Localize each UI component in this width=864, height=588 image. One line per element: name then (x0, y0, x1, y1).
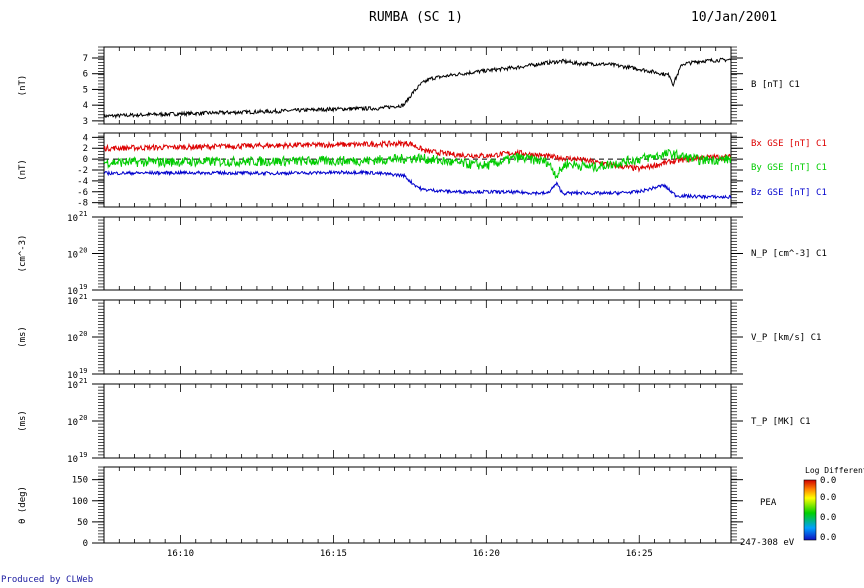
series-line-3 (103, 169, 732, 201)
colorbar-label: 0.0 (820, 533, 836, 543)
y-tick-label: 10 (67, 214, 78, 224)
y-tick-label: 10 (67, 455, 78, 465)
series-label: V_P [km/s] C1 (751, 333, 821, 343)
panel-frame (103, 299, 732, 375)
series-label: Bx GSE [nT] C1 (751, 139, 827, 149)
colorbar-label: 0.0 (820, 493, 836, 503)
colorbar-label: 0.0 (820, 513, 836, 523)
chart-stage: RUMBA (SC 1) 10/Jan/2001 Produced by CLW… (0, 0, 864, 585)
plot-date: 10/Jan/2001 (691, 10, 777, 25)
colorbar-label: 0.0 (820, 476, 836, 486)
series-label: B [nT] C1 (751, 80, 800, 90)
colorbar-bar (803, 479, 817, 541)
y-tick-label: -6 (77, 188, 88, 198)
y-tick-exponent: 19 (79, 367, 87, 375)
y-tick-label: 10 (67, 297, 78, 307)
y-axis-label: (nT) (18, 75, 28, 97)
colorbar-title: Log Differential (805, 466, 864, 475)
y-tick-label: 5 (83, 85, 88, 95)
y-tick-label: 6 (83, 70, 88, 80)
panel-2: (nT) 420-2-4-6-8 Bx GSE [nT] C1 By GSE [nT]… (18, 132, 827, 209)
y-tick-exponent: 19 (79, 283, 87, 291)
y-tick-exponent: 19 (79, 451, 87, 459)
series-line-2 (103, 148, 732, 179)
panels-group: (nT)34567B [nT] C1(nT)420-2-4-6-8Bx GSE … (18, 46, 827, 559)
y-tick-exponent: 21 (79, 377, 87, 385)
y-tick-exponent: 21 (79, 210, 87, 218)
colorbar-group: 247-308 eVLog Differential0.00.00.00.0 (740, 466, 864, 548)
panel-3: (cm^-3)10 2110 2010 19N_P [cm^-3] C1 (18, 210, 827, 297)
x-tick-label: 16:15 (320, 549, 347, 559)
y-tick-label: 10 (67, 371, 78, 381)
y-axis-label: (ms) (18, 326, 28, 348)
y-tick-label: -2 (77, 166, 88, 176)
y-tick-label: 0 (83, 155, 88, 165)
series-label: Bz GSE [nT] C1 (751, 188, 827, 198)
y-tick-exponent: 20 (79, 247, 87, 255)
panel-frame (103, 216, 732, 291)
series-label: N_P [cm^-3] C1 (751, 249, 827, 259)
series-label: T_P [MK] C1 (751, 417, 811, 427)
series-label: PEA (760, 498, 777, 508)
y-tick-label: 4 (83, 101, 88, 111)
y-axis-label: (ms) (18, 410, 28, 432)
y-tick-label: 7 (83, 54, 88, 64)
panel-1: (nT) 3 4 5 6 7 B [nT] C1 (18, 46, 800, 127)
footer-credit: Produced by CLWeb (1, 575, 93, 584)
series-label: By GSE [nT] C1 (751, 163, 827, 173)
series-line-1 (103, 57, 732, 120)
energy-label: 247-308 eV (740, 538, 795, 548)
y-tick-label: -8 (77, 199, 88, 209)
panel-frame (103, 132, 732, 208)
y-tick-label: 10 (67, 418, 78, 428)
y-tick-label: 2 (83, 144, 88, 154)
y-tick-label: 150 (72, 476, 88, 486)
y-tick-exponent: 20 (79, 414, 87, 422)
chart-figure: RUMBA (SC 1) 10/Jan/2001 Produced by CLW… (1, 10, 864, 585)
x-tick-label: 16:20 (473, 549, 500, 559)
x-tick-label: 16:25 (626, 549, 653, 559)
y-tick-label: 3 (83, 117, 88, 127)
panel-4: (ms)10 2110 2010 19V_P [km/s] C1 (18, 293, 821, 381)
y-tick-label: -4 (77, 177, 88, 187)
y-tick-exponent: 21 (79, 293, 87, 301)
panel-5: (ms)10 2110 2010 19T_P [MK] C1 (18, 377, 811, 465)
y-tick-label: 10 (67, 381, 78, 391)
y-tick-label: 10 (67, 334, 78, 344)
x-tick-label: 16:10 (167, 549, 194, 559)
y-axis-label: (nT) (18, 159, 28, 181)
y-tick-label: 4 (83, 133, 88, 143)
y-tick-label: 0 (83, 539, 88, 549)
y-tick-label: 100 (72, 497, 88, 507)
series-line-1 (103, 139, 732, 173)
y-axis-label: θ (deg) (18, 486, 28, 524)
panel-6: θ (deg) 150 100 50 0 PEA (18, 466, 777, 549)
y-axis-label: (cm^-3) (18, 235, 28, 273)
panel-frame (103, 383, 732, 459)
y-tick-label: 50 (77, 518, 88, 528)
plot-title: RUMBA (SC 1) (369, 10, 463, 25)
y-tick-exponent: 20 (79, 330, 87, 338)
panel-frame (103, 466, 732, 544)
y-tick-label: 10 (67, 251, 78, 261)
y-tick-label: 10 (67, 287, 78, 297)
